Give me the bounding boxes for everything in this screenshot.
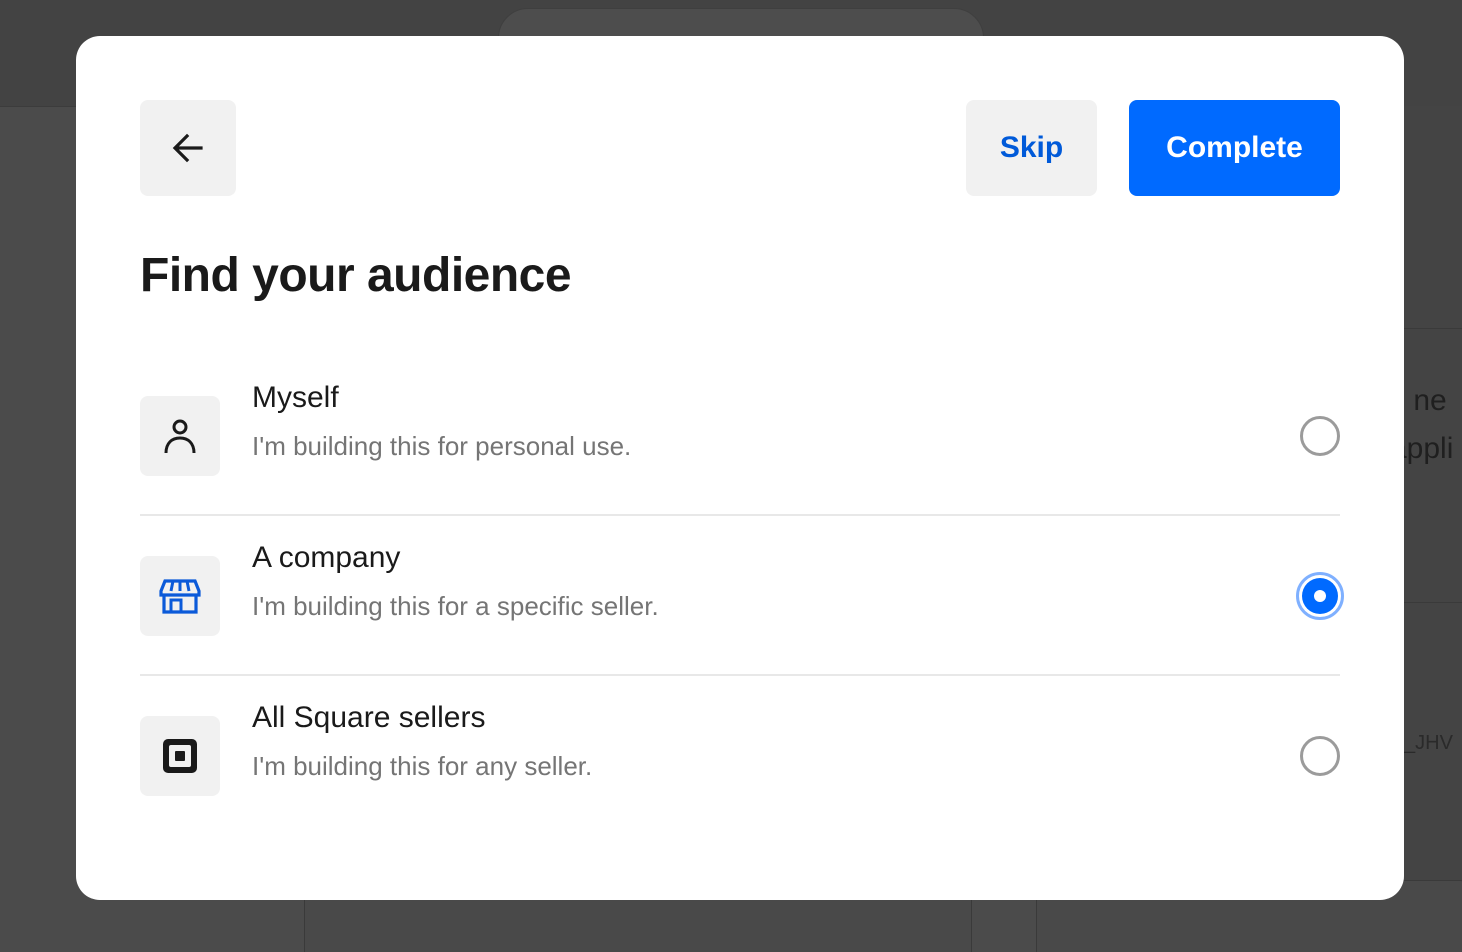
radio-dot (1314, 590, 1326, 602)
option-icon-box (140, 556, 220, 636)
background-divider (1404, 602, 1462, 603)
option-label: A company (252, 541, 401, 574)
back-button[interactable] (140, 100, 236, 196)
modal-title: Find your audience (140, 249, 572, 302)
square-logo-icon (163, 739, 197, 773)
skip-button[interactable]: Skip (966, 100, 1097, 196)
person-icon (164, 419, 196, 454)
storefront-icon (159, 579, 201, 614)
option-company[interactable]: A company I'm building this for a specif… (140, 516, 1344, 676)
option-description: I'm building this for any seller. (252, 751, 593, 781)
background-right-panel (1404, 106, 1462, 952)
radio-button-selected[interactable] (1296, 572, 1344, 620)
option-description: I'm building this for a specific seller. (252, 591, 659, 621)
complete-button[interactable]: Complete (1129, 100, 1340, 196)
audience-modal: Skip Complete Find your audience Myself … (76, 36, 1404, 900)
radio-button[interactable] (1300, 416, 1340, 456)
option-description: I'm building this for personal use. (252, 431, 632, 461)
background-divider (1404, 328, 1462, 329)
option-label: Myself (252, 381, 339, 414)
option-icon-box (140, 716, 220, 796)
option-myself[interactable]: Myself I'm building this for personal us… (140, 356, 1340, 516)
option-label: All Square sellers (252, 701, 486, 734)
option-all-square-sellers[interactable]: All Square sellers I'm building this for… (140, 676, 1340, 836)
radio-button[interactable] (1300, 736, 1340, 776)
background-text: _JHV (1404, 732, 1453, 754)
radio-fill (1302, 578, 1338, 614)
option-icon-box (140, 396, 220, 476)
arrow-left-icon (172, 133, 203, 163)
